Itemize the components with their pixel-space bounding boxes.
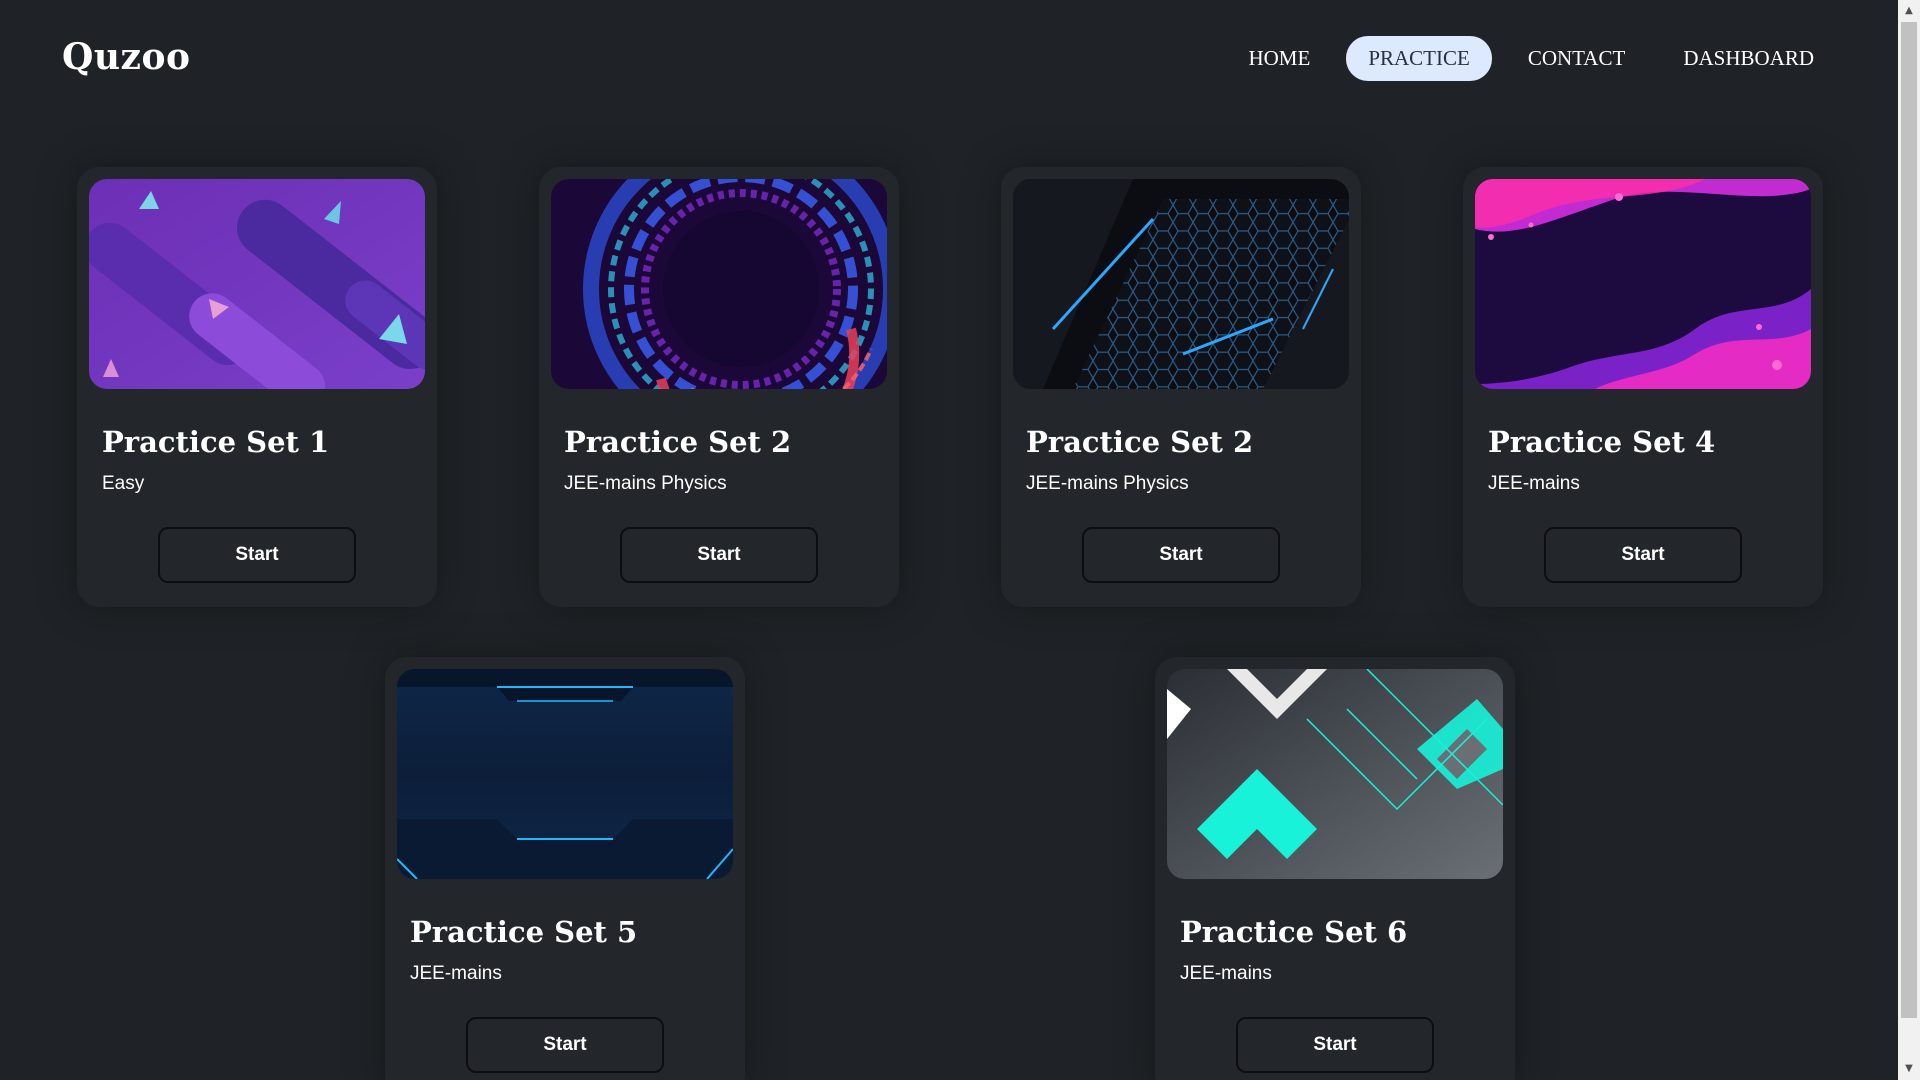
purple-wave-image [1475, 179, 1811, 389]
card-title: Practice Set 1 [102, 425, 330, 459]
chevron-down-icon[interactable]: ▼ [1898, 1060, 1920, 1078]
start-button[interactable]: Start [1544, 527, 1742, 583]
vertical-scrollbar[interactable]: ▲ ▼ [1898, 0, 1920, 1080]
teal-geometric-image [1167, 669, 1503, 879]
site-header: Quzoo HOME PRACTICE CONTACT DASHBOARD [0, 0, 1898, 118]
card-subtitle: JEE-mains Physics [1026, 473, 1189, 494]
card-title: Practice Set 2 [564, 425, 792, 459]
practice-card-6: Practice Set 6 JEE-mains Start [1155, 657, 1515, 1080]
practice-card-1: Practice Set 1 Easy Start [77, 167, 437, 607]
card-subtitle: JEE-mains [410, 963, 502, 984]
dark-hexagon-image [1013, 179, 1349, 389]
scrollbar-thumb[interactable] [1901, 22, 1917, 1018]
main-nav: HOME PRACTICE CONTACT DASHBOARD [1226, 36, 1836, 81]
page: Quzoo HOME PRACTICE CONTACT DASHBOARD Pr… [0, 0, 1920, 1080]
start-button[interactable]: Start [466, 1017, 664, 1073]
start-button[interactable]: Start [1082, 527, 1280, 583]
start-button[interactable]: Start [620, 527, 818, 583]
card-subtitle: JEE-mains Physics [564, 473, 727, 494]
practice-card-5: Practice Set 5 JEE-mains Start [385, 657, 745, 1080]
start-button[interactable]: Start [1236, 1017, 1434, 1073]
nav-practice[interactable]: PRACTICE [1346, 36, 1492, 81]
card-title: Practice Set 6 [1180, 915, 1408, 949]
start-button[interactable]: Start [158, 527, 356, 583]
card-subtitle: Easy [102, 473, 145, 494]
nav-home[interactable]: HOME [1226, 36, 1332, 81]
card-title: Practice Set 2 [1026, 425, 1254, 459]
practice-card-3: Practice Set 2 JEE-mains Physics Start [1001, 167, 1361, 607]
card-title: Practice Set 4 [1488, 425, 1716, 459]
nav-dashboard[interactable]: DASHBOARD [1661, 36, 1836, 81]
card-title: Practice Set 5 [410, 915, 638, 949]
logo[interactable]: Quzoo [62, 36, 191, 78]
purple-geometric-image [89, 179, 425, 389]
practice-card-4: Practice Set 4 JEE-mains Start [1463, 167, 1823, 607]
card-subtitle: JEE-mains [1488, 473, 1580, 494]
navy-tech-image [397, 669, 733, 879]
chevron-up-icon[interactable]: ▲ [1898, 2, 1920, 20]
nav-contact[interactable]: CONTACT [1506, 36, 1647, 81]
practice-card-2: Practice Set 2 JEE-mains Physics Start [539, 167, 899, 607]
colorful-swirl-image [551, 179, 887, 389]
card-subtitle: JEE-mains [1180, 963, 1272, 984]
